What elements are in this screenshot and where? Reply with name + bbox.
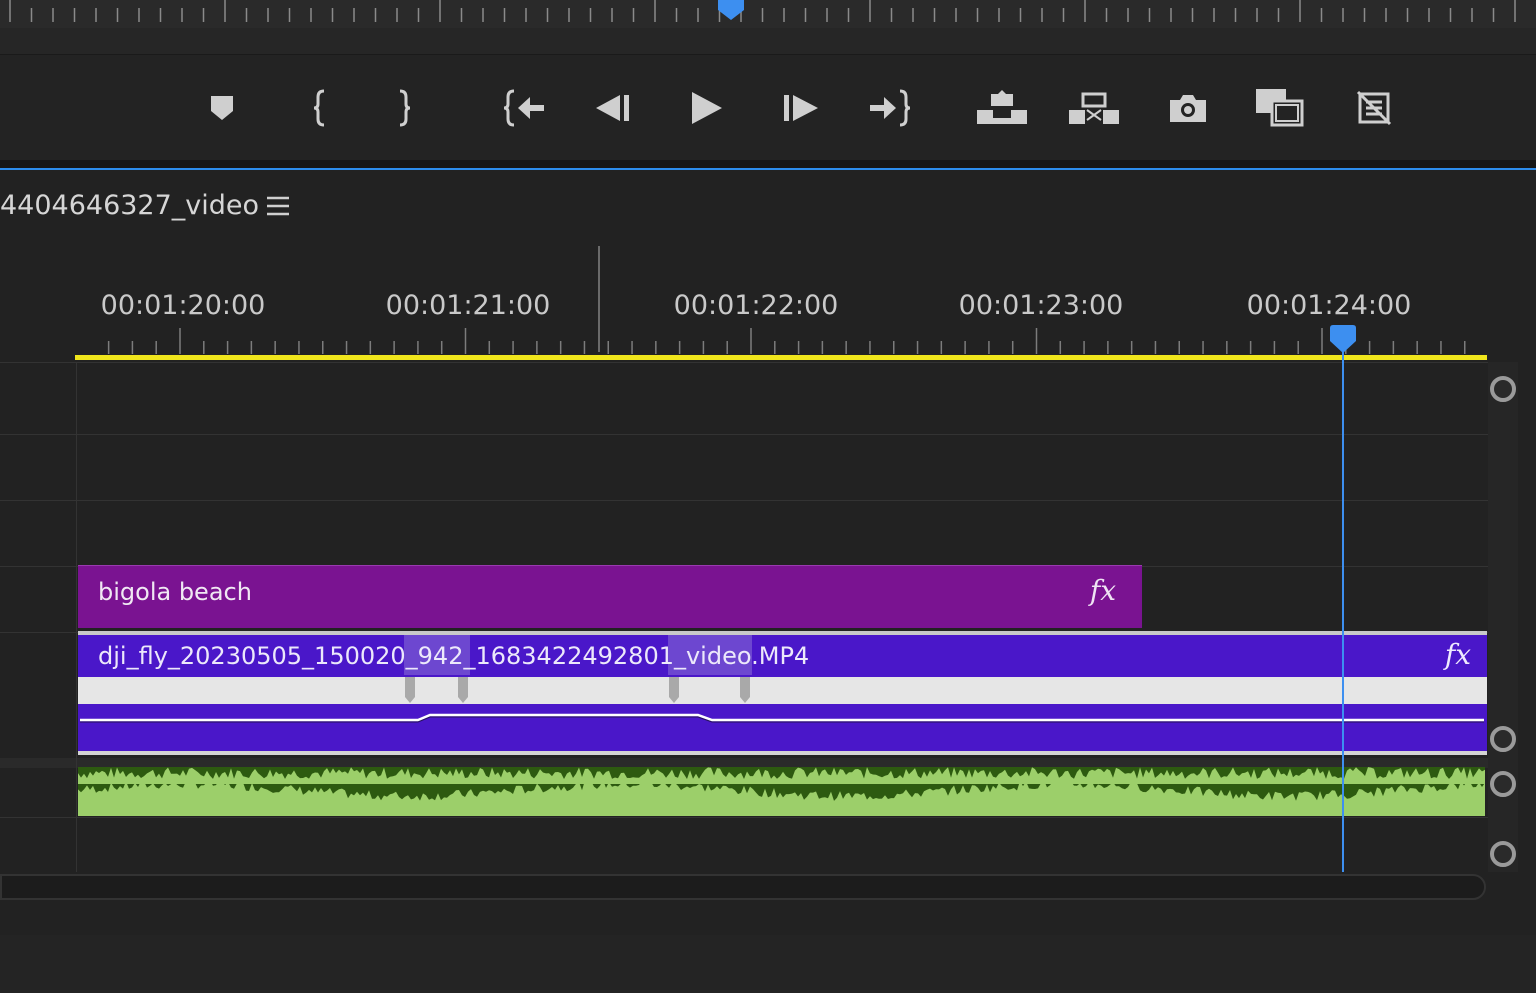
- step-back-button[interactable]: [586, 85, 642, 131]
- opacity-rubberband: [80, 713, 1484, 722]
- keyframe-marker-icon: [405, 677, 415, 703]
- marker-icon: [211, 96, 233, 120]
- audio-waveform: [78, 767, 1485, 816]
- extract-icon: [1069, 92, 1119, 124]
- go-to-in-button[interactable]: [496, 85, 552, 131]
- lower-panel: [0, 935, 1536, 993]
- play-button[interactable]: [678, 85, 734, 131]
- add-marker-button[interactable]: [194, 85, 250, 131]
- timecode-label: 00:01:21:00: [385, 290, 551, 321]
- track-divider: [0, 817, 1488, 818]
- mark-in-button[interactable]: [292, 85, 348, 131]
- timecode-label: 00:01:23:00: [958, 290, 1124, 321]
- timecode-label: 00:01:22:00: [673, 290, 839, 321]
- comparison-view-button[interactable]: [1252, 85, 1308, 131]
- audio-zoom-handle-top[interactable]: [1490, 771, 1516, 797]
- mark-in-icon: [313, 89, 325, 127]
- audio-clip[interactable]: [78, 767, 1485, 816]
- keyframe-marker-icon: [669, 677, 679, 703]
- video-clip[interactable]: dji_fly_20230505_150020_942_168342249280…: [78, 631, 1487, 755]
- work-area-bar[interactable]: [75, 355, 1487, 360]
- camera-icon: [1170, 95, 1206, 122]
- monitor-scroll-bar: [0, 28, 1536, 55]
- mark-out-icon: [399, 89, 411, 127]
- toggle-proxies-button[interactable]: [1346, 85, 1402, 131]
- track-header-separator: [76, 362, 77, 872]
- mark-out-button[interactable]: [376, 85, 432, 131]
- lift-button[interactable]: [974, 85, 1030, 131]
- time-ruler[interactable]: 00:01:20:00 00:01:21:00 00:01:22:00 00:0…: [0, 240, 1488, 360]
- fx-badge-icon: fx: [1444, 638, 1471, 671]
- mini-ruler-ticks: [9, 0, 1516, 22]
- video-zoom-handle-bottom[interactable]: [1490, 726, 1516, 752]
- clip-label: bigola beach: [98, 578, 252, 606]
- step-back-icon: [596, 95, 629, 121]
- panel-gap: [0, 160, 1536, 168]
- hamburger-menu-icon[interactable]: [266, 194, 290, 218]
- keyframe-marker-icon: [740, 677, 750, 703]
- lift-icon: [977, 90, 1027, 124]
- timecode-label: 00:01:24:00: [1246, 290, 1412, 321]
- track-divider: [0, 362, 1488, 363]
- timeline-panel: 4404646327_video 00:01:20:00 00:01:21:00…: [0, 168, 1536, 937]
- playhead-handle-icon[interactable]: [1328, 325, 1358, 355]
- comparison-view-icon: [1256, 89, 1304, 127]
- fx-badge-icon: fx: [1089, 574, 1116, 607]
- play-icon: [692, 92, 722, 124]
- monitor-playhead-icon: [718, 0, 744, 20]
- go-to-in-icon: [503, 89, 544, 127]
- title-clip[interactable]: bigola beach fx: [78, 565, 1142, 628]
- horizontal-scroll-bar[interactable]: [0, 874, 1486, 900]
- video-zoom-handle-top[interactable]: [1490, 376, 1516, 402]
- transport-controls: [0, 55, 1536, 160]
- step-forward-button[interactable]: [772, 85, 828, 131]
- playhead-line: [1342, 345, 1344, 872]
- track-divider: [0, 434, 1488, 435]
- program-monitor-mini-ruler[interactable]: [0, 0, 1536, 28]
- extract-button[interactable]: [1066, 85, 1122, 131]
- clip-label: dji_fly_20230505_150020_942_168342249280…: [98, 642, 810, 670]
- audio-zoom-handle-bottom[interactable]: [1490, 841, 1516, 867]
- go-to-out-icon: [870, 89, 911, 127]
- keyframe-marker-icon: [458, 677, 468, 703]
- go-to-out-button[interactable]: [862, 85, 918, 131]
- proxy-toggle-icon: [1356, 90, 1392, 126]
- export-frame-button[interactable]: [1160, 85, 1216, 131]
- track-divider: [0, 500, 1488, 501]
- sequence-tab-title[interactable]: 4404646327_video: [0, 190, 259, 221]
- step-forward-icon: [784, 95, 818, 121]
- timecode-label: 00:01:20:00: [100, 290, 266, 321]
